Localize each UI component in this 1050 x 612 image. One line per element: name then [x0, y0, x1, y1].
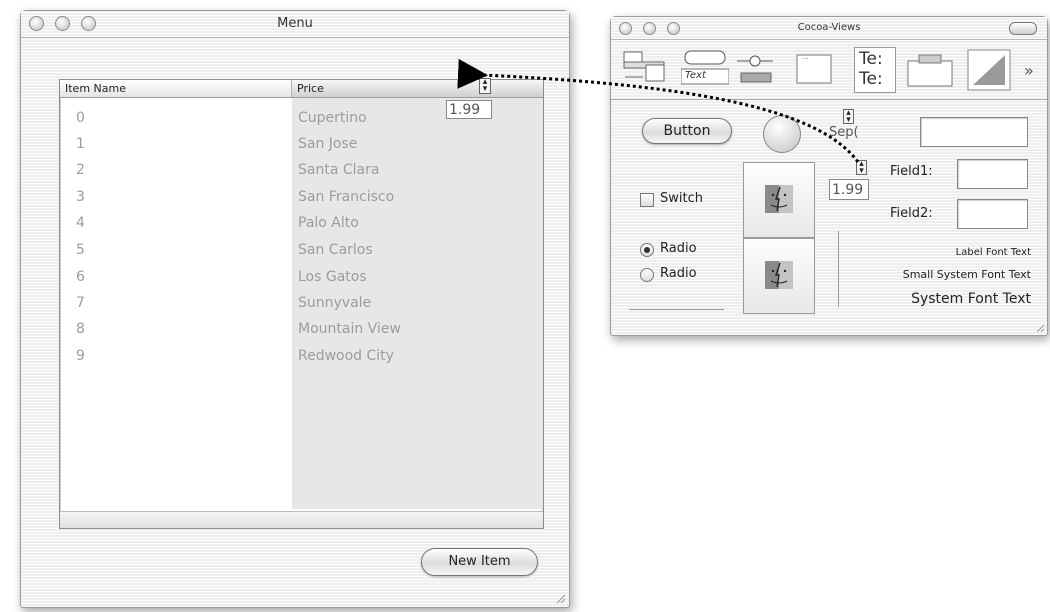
item-name-cell: 2: [76, 162, 85, 178]
palette-window: Cocoa-Views Text ... Te: Te: » Button ▴ …: [610, 16, 1048, 336]
menu-views-icon[interactable]: [623, 51, 665, 83]
stepper-icon[interactable]: ▴ ▾: [856, 160, 867, 176]
price-cell: Los Gatos: [298, 269, 367, 285]
menu-window-title: Menu: [277, 16, 313, 31]
resize-grip-icon[interactable]: [1035, 323, 1045, 333]
price-cell: Redwood City: [298, 348, 394, 364]
item-name-cell: 9: [76, 348, 85, 364]
price-cell: Palo Alto: [298, 215, 359, 231]
price-cell: Santa Clara: [298, 162, 380, 178]
palette-window-title: Cocoa-Views: [797, 22, 861, 33]
price-cell: Cupertino: [298, 110, 367, 126]
item-name-cell: 3: [76, 189, 85, 205]
radio-label: Radio: [660, 266, 697, 281]
field2-label: Field2:: [890, 206, 933, 221]
text-tool-label: Text: [685, 70, 706, 81]
svg-text:...: ...: [802, 53, 809, 61]
switch-label: Switch: [660, 191, 703, 206]
horizontal-scrollbar[interactable]: [60, 511, 543, 528]
text-field-sample[interactable]: [920, 117, 1028, 147]
menu-titlebar[interactable]: Menu: [21, 11, 569, 38]
box-views-icon[interactable]: ...: [796, 51, 832, 85]
item-name-cell: 6: [76, 269, 85, 285]
field1-label: Field1:: [890, 164, 933, 179]
item-name-cell: 0: [76, 110, 85, 126]
image-well-top[interactable]: [743, 162, 815, 238]
stepper-icon[interactable]: ▴ ▾: [843, 109, 854, 125]
radio-label: Radio: [660, 241, 697, 256]
finder-icon: [765, 185, 793, 213]
switch-checkbox[interactable]: [640, 193, 654, 207]
item-name-cell: 8: [76, 321, 85, 337]
text-tool-label: Te:: [859, 49, 883, 69]
price-cell: Mountain View: [298, 321, 401, 337]
text-tool-label: Te:: [859, 69, 883, 89]
finder-icon: [765, 261, 793, 289]
text-views-icon[interactable]: Te: Te:: [854, 47, 896, 93]
palette-toolbar: Text ... Te: Te: »: [611, 39, 1047, 100]
tab-views-icon[interactable]: [907, 51, 953, 87]
new-item-button[interactable]: New Item: [421, 548, 538, 576]
field1-input[interactable]: [957, 159, 1028, 189]
column-header-price[interactable]: Price: [292, 80, 543, 98]
field2-input[interactable]: [957, 199, 1028, 229]
item-name-cell: 5: [76, 242, 85, 258]
resize-grip-icon[interactable]: [554, 592, 566, 604]
palette-button-sample[interactable]: Button: [642, 118, 732, 144]
palette-formatter-field[interactable]: 1.99: [829, 179, 869, 200]
image-well-bottom[interactable]: [743, 238, 815, 314]
palette-titlebar[interactable]: Cocoa-Views: [611, 17, 1047, 40]
horizontal-divider: [629, 309, 724, 310]
item-name-cell: 1: [76, 136, 85, 152]
separator-sample: Sep(: [829, 125, 859, 140]
item-name-cell: 7: [76, 295, 85, 311]
toolbar-more-chevron[interactable]: »: [1024, 61, 1034, 80]
menu-table[interactable]: Item Name Price ▴ ▾ 1.99 0 Cupertino 1 Sa…: [59, 78, 544, 529]
label-font-text: Label Font Text: [955, 247, 1031, 258]
system-font-text: System Font Text: [911, 291, 1031, 307]
graphics-views-icon[interactable]: [967, 49, 1011, 91]
vertical-divider: [838, 231, 839, 307]
slider-views-icon[interactable]: [735, 51, 775, 85]
round-button-sample[interactable]: [763, 115, 801, 153]
stepper-icon[interactable]: ▴ ▾: [479, 78, 491, 94]
price-cell: Sunnyvale: [298, 295, 372, 311]
price-cell: San Jose: [298, 136, 358, 152]
item-name-cell: 4: [76, 215, 85, 231]
radio-button-off[interactable]: [640, 268, 654, 282]
menu-window: Menu Item Name Price ▴ ▾ 1.99 0 Cupertino…: [20, 10, 570, 608]
price-formatter-field[interactable]: 1.99: [446, 100, 492, 119]
price-cell: San Carlos: [298, 242, 373, 258]
radio-button-on[interactable]: [640, 243, 654, 257]
small-system-font-text: Small System Font Text: [902, 268, 1031, 281]
column-header-item-name[interactable]: Item Name: [60, 80, 292, 98]
toolbar-toggle-icon[interactable]: [1009, 22, 1037, 35]
price-cell: San Francisco: [298, 189, 395, 205]
